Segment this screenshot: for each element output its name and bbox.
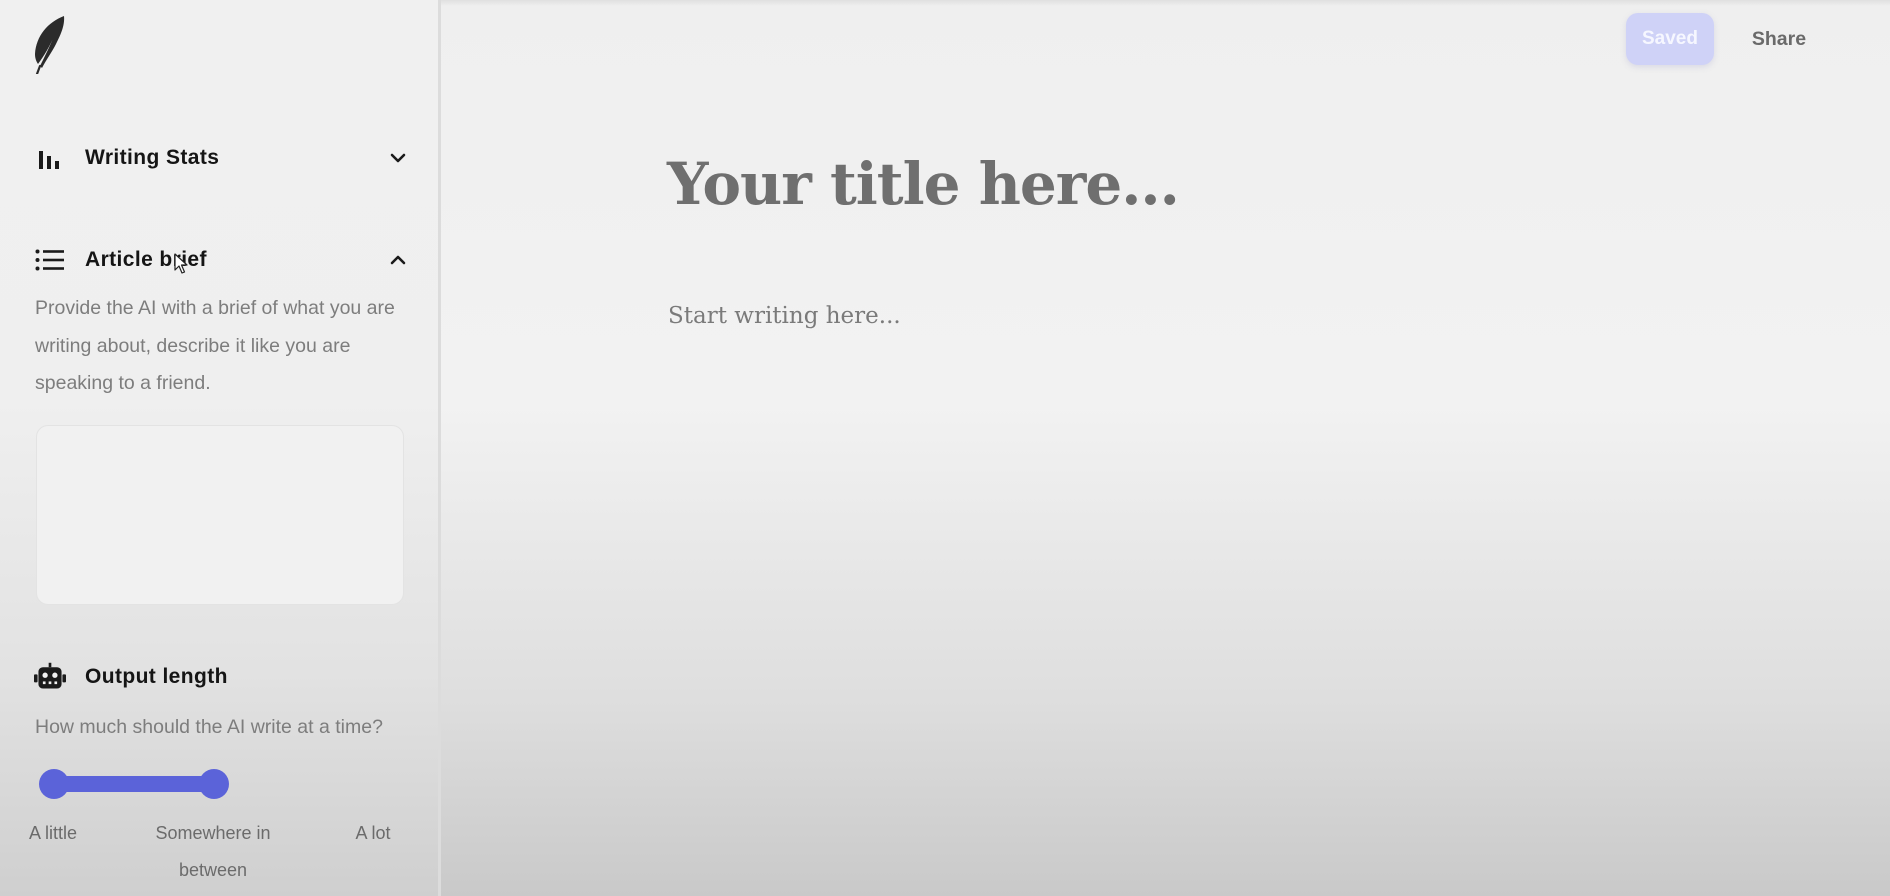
- slider-label-somewhere-in-between[interactable]: Somewhere in between: [143, 815, 283, 889]
- output-length-slider-min-handle[interactable]: [39, 769, 69, 799]
- chevron-down-icon[interactable]: [386, 146, 410, 170]
- slider-label-a-little[interactable]: A little: [13, 815, 93, 852]
- editor-area: Saved Share Your title here... Start wri…: [441, 0, 1890, 896]
- saved-button[interactable]: Saved: [1626, 13, 1714, 65]
- feather-logo-icon[interactable]: [30, 14, 70, 76]
- writing-stats-toggle[interactable]: Writing Stats: [34, 138, 410, 178]
- list-icon: [34, 244, 66, 276]
- sidebar: Writing Stats Article brief Provide the …: [0, 0, 441, 896]
- body-editor[interactable]: Start writing here...: [668, 303, 1568, 329]
- bar-chart-icon: [34, 142, 66, 174]
- article-brief-label: Article brief: [85, 248, 207, 271]
- top-bar-shadow: [441, 0, 1890, 6]
- output-length-slider-track[interactable]: [54, 776, 214, 792]
- article-brief-description: Provide the AI with a brief of what you …: [35, 297, 395, 394]
- output-length-header: Output length: [34, 657, 410, 697]
- chevron-up-icon[interactable]: [386, 248, 410, 272]
- article-brief-input[interactable]: [36, 425, 404, 605]
- mouse-cursor-icon: [174, 253, 188, 275]
- output-length-label: Output length: [85, 665, 228, 688]
- title-input[interactable]: Your title here...: [667, 150, 1567, 218]
- output-length-slider-max-handle[interactable]: [199, 769, 229, 799]
- article-brief-toggle[interactable]: Article brief: [34, 240, 410, 280]
- robot-icon: [34, 661, 66, 693]
- slider-label-a-lot[interactable]: A lot: [343, 815, 403, 852]
- share-button[interactable]: Share: [1731, 13, 1827, 65]
- output-length-description: How much should the AI write at a time?: [35, 716, 383, 738]
- writing-stats-label: Writing Stats: [85, 146, 220, 169]
